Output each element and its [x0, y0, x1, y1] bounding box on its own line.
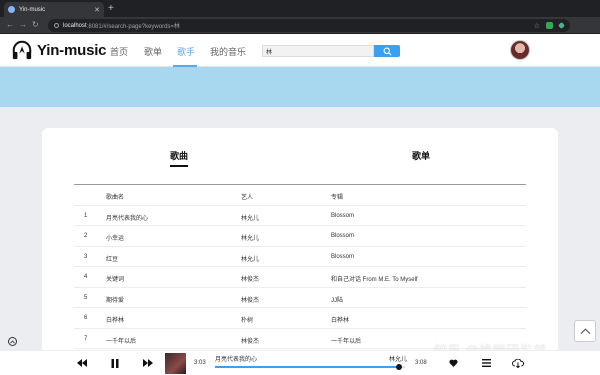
table-row[interactable]: 4 关键词 林俊杰 和自己对话 From M.E. To Myself [74, 267, 526, 288]
scroll-to-top-button[interactable] [574, 320, 596, 342]
player-bar: 3:03 月亮代表我的心 林允儿 3:08 [0, 350, 600, 375]
nav-singers[interactable]: 歌手 [177, 45, 195, 58]
nav-home[interactable]: 首页 [110, 45, 128, 58]
song-name[interactable]: 关键词 [106, 274, 124, 283]
like-button[interactable] [447, 357, 459, 369]
new-tab-icon[interactable]: + [108, 3, 114, 14]
back-icon[interactable]: ← [6, 20, 14, 30]
vue-devtools-icon[interactable] [557, 21, 566, 30]
previous-button[interactable] [76, 357, 88, 369]
logo-text: Yin-music [37, 41, 107, 59]
star-icon[interactable]: ☆ [534, 22, 540, 30]
progress-handle[interactable] [396, 364, 403, 370]
song-artist: 林允儿 [241, 215, 260, 222]
user-avatar[interactable] [510, 40, 530, 60]
song-name[interactable]: 一千年以后 [106, 336, 136, 345]
row-index: 4 [84, 274, 88, 280]
nav-playlists[interactable]: 歌单 [144, 45, 162, 58]
progress-fill [215, 366, 400, 368]
search-box [262, 45, 400, 57]
forward-icon[interactable]: → [19, 20, 27, 30]
reload-icon[interactable]: ↻ [32, 20, 39, 30]
song-name[interactable]: 期待爱 [106, 295, 124, 304]
now-playing-artist: 林允儿 [389, 357, 408, 363]
column-header-artist: 艺人 [241, 195, 254, 201]
row-index: 3 [84, 253, 88, 260]
song-name[interactable]: 月亮代表我的心 [106, 213, 148, 222]
download-button[interactable] [512, 357, 524, 369]
next-button[interactable] [142, 357, 154, 369]
table-row[interactable]: 6 白桦林 朴树 白桦林 [74, 308, 526, 329]
song-artist: 林俊杰 [241, 338, 260, 345]
tab-playlists[interactable]: 歌单 [412, 149, 430, 162]
song-name[interactable]: 白桦林 [106, 315, 124, 324]
playlist-button[interactable] [480, 357, 492, 369]
song-artist: 林允儿 [241, 236, 260, 242]
column-header-album: 专辑 [331, 195, 344, 201]
close-tab-icon[interactable]: ✕ [94, 6, 100, 14]
song-album: Blossom [331, 233, 355, 239]
table-row[interactable]: 1 月亮代表我的心 林允儿 Blossom [74, 206, 526, 226]
pause-button[interactable] [109, 357, 121, 369]
song-album: 白桦林 [331, 318, 350, 324]
song-album: 和自己对话 From M.E. To Myself [331, 277, 418, 283]
song-artist: 林俊杰 [241, 277, 260, 283]
current-time: 3:03 [194, 360, 206, 366]
address-bar[interactable]: localhost:8081/#/search-page?keywords=林 … [48, 19, 570, 32]
row-index: 6 [84, 315, 88, 321]
table-row[interactable]: 3 红豆 林允儿 Blossom [74, 247, 526, 267]
search-input[interactable] [262, 45, 374, 57]
progress-bar[interactable] [215, 364, 405, 370]
header-banner [0, 67, 600, 107]
search-icon [383, 47, 391, 55]
song-artist: 林俊杰 [241, 297, 260, 304]
column-header-name: 歌曲名 [106, 195, 125, 201]
album-cover[interactable] [165, 353, 186, 374]
song-album: JJ陆 [331, 297, 344, 304]
browser-tab[interactable]: Yin-music ✕ [4, 2, 104, 17]
list-icon [481, 359, 491, 367]
song-album: 一千年以后 [331, 338, 362, 345]
song-name[interactable]: 小幸运 [106, 233, 124, 242]
row-index: 7 [84, 335, 88, 342]
extension-icon[interactable] [546, 22, 553, 29]
now-playing-title: 月亮代表我的心 [215, 357, 258, 363]
browser-toolbar: ← → ↻ localhost:8081/#/search-page?keywo… [0, 17, 600, 47]
song-artist: 朴树 [241, 318, 254, 324]
song-album: Blossom [331, 253, 355, 260]
browser-tab-bar: Yin-music ✕ + [0, 0, 600, 17]
browser-tab-title: Yin-music [19, 6, 46, 13]
favicon-icon [8, 6, 15, 13]
chevron-up-icon [10, 339, 15, 344]
logo[interactable]: Yin-music [11, 39, 107, 61]
url-host: localhost [63, 22, 87, 29]
heart-icon [448, 359, 458, 367]
url-path: :8081/#/search-page?keywords=林 [86, 24, 180, 30]
table-row[interactable]: 2 小幸运 林允儿 Blossom [74, 226, 526, 247]
table-row[interactable]: 5 期待爱 林俊杰 JJ陆 [74, 288, 526, 308]
collapse-player-button[interactable] [8, 337, 17, 346]
search-results-card: 歌曲 歌单 歌曲名 艺人 专辑 1 月亮代表我的心 林允儿 Blossom 2 … [42, 128, 558, 368]
previous-icon [77, 359, 87, 367]
headphones-icon [12, 40, 32, 60]
row-index: 2 [84, 233, 88, 239]
pause-icon [111, 358, 119, 368]
site-info-icon[interactable] [54, 23, 59, 28]
row-index: 1 [84, 212, 88, 219]
table-header: 歌曲名 艺人 专辑 [74, 185, 526, 206]
song-artist: 林允儿 [241, 256, 260, 263]
nav-my-music[interactable]: 我的音乐 [210, 45, 246, 58]
song-album: Blossom [331, 212, 355, 219]
tab-songs[interactable]: 歌曲 [170, 149, 188, 162]
song-name[interactable]: 红豆 [106, 254, 118, 263]
chevron-up-icon [580, 327, 590, 334]
song-table: 歌曲名 艺人 专辑 1 月亮代表我的心 林允儿 Blossom 2 小幸运 林允… [74, 184, 526, 349]
tab-active-indicator [170, 165, 188, 167]
cloud-download-icon [512, 358, 524, 368]
total-time: 3:08 [415, 360, 427, 366]
row-index: 5 [84, 294, 88, 301]
search-button[interactable] [374, 45, 400, 57]
next-icon [143, 359, 153, 367]
